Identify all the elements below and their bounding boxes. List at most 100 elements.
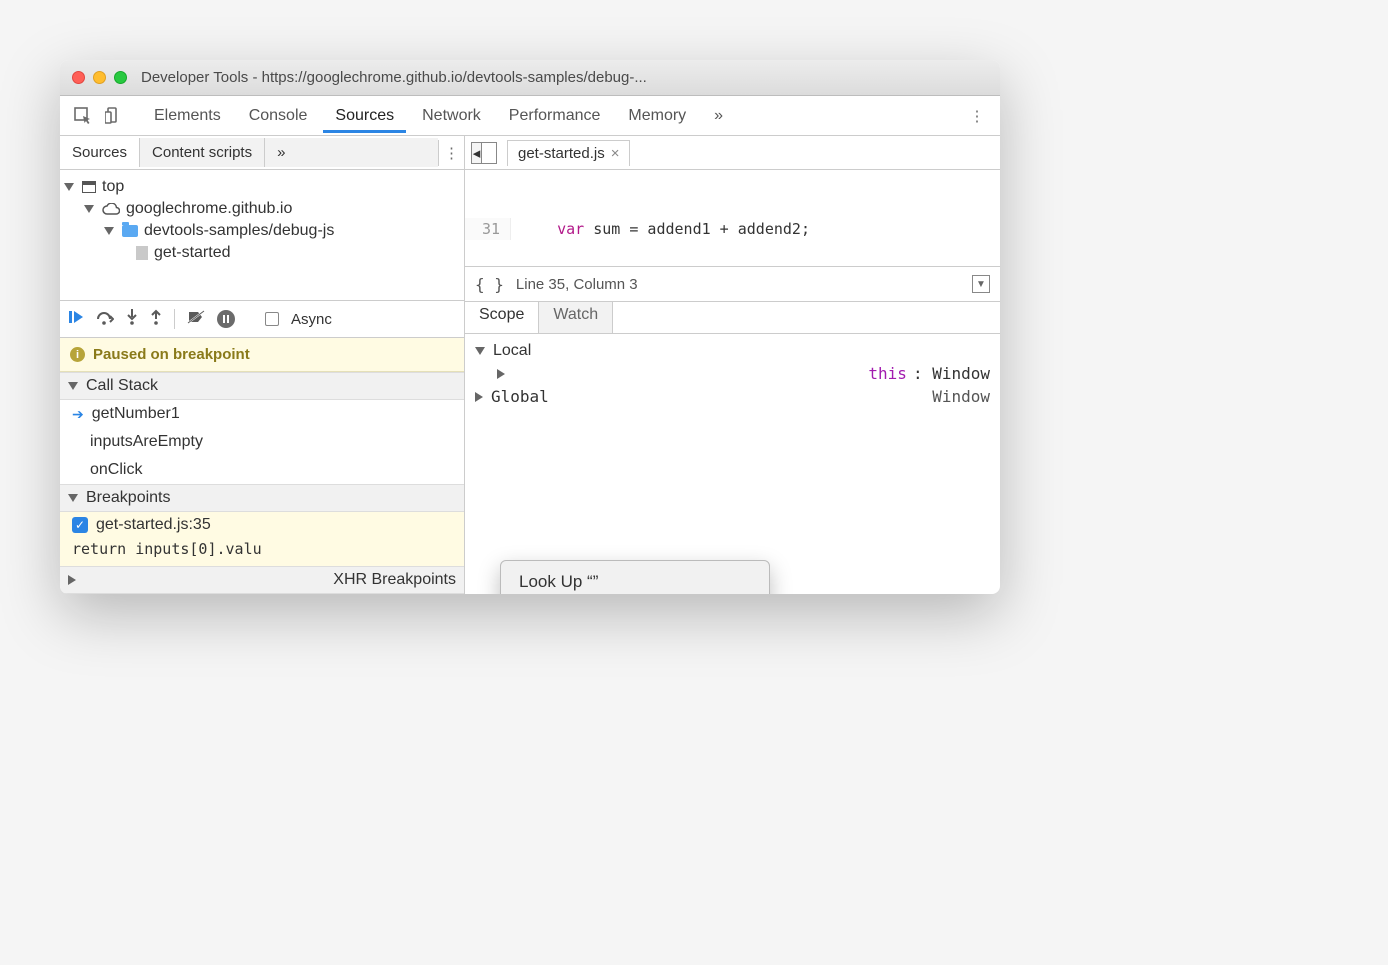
scope-this[interactable]: this : Window (475, 362, 990, 385)
tree-folder-label: devtools-samples/debug-js (144, 222, 334, 240)
more-menu-icon[interactable]: ⋮ (964, 103, 990, 129)
editor-file-tab[interactable]: get-started.js × (507, 140, 630, 166)
step-into-button[interactable] (126, 309, 138, 330)
deactivate-breakpoints-button[interactable] (187, 309, 205, 330)
step-out-button[interactable] (150, 309, 162, 330)
tree-top[interactable]: top (64, 176, 460, 198)
devtools-window: Developer Tools - https://googlechrome.g… (60, 60, 1000, 594)
tab-network[interactable]: Network (410, 99, 493, 133)
file-icon (136, 246, 148, 260)
expand-icon (68, 494, 78, 502)
tab-performance[interactable]: Performance (497, 99, 613, 133)
subtab-sources[interactable]: Sources (60, 138, 140, 167)
scope-local[interactable]: Local (475, 340, 990, 362)
code-editor[interactable]: 31 var sum = addend1 + addend2; 32 label… (465, 170, 1000, 266)
window-title: Developer Tools - https://googlechrome.g… (141, 69, 988, 86)
menu-lookup[interactable]: Look Up “” (501, 566, 769, 594)
tab-memory[interactable]: Memory (616, 99, 698, 133)
xhr-breakpoints-header[interactable]: XHR Breakpoints (60, 566, 464, 594)
context-menu: Look Up “” Restart Frame Copy Stack Trac… (500, 560, 770, 594)
tree-domain[interactable]: googlechrome.github.io (64, 198, 460, 220)
cloud-icon (102, 203, 120, 215)
toggle-navigator-icon[interactable]: ◂ (471, 142, 497, 164)
scope-this-value: : Window (913, 364, 990, 383)
debugger-toolbar: Async (60, 300, 464, 338)
xhr-breakpoints-label: XHR Breakpoints (333, 571, 456, 589)
tab-scope[interactable]: Scope (465, 302, 539, 333)
editor-tabs: ◂ get-started.js × (465, 136, 1000, 170)
resume-button[interactable] (68, 309, 84, 330)
tree-domain-label: googlechrome.github.io (126, 200, 292, 218)
cursor-position: Line 35, Column 3 (516, 276, 638, 293)
inspect-element-icon[interactable] (70, 103, 96, 129)
pretty-print-icon[interactable]: { } (475, 275, 504, 294)
tab-console[interactable]: Console (237, 99, 320, 133)
sources-more-icon[interactable]: ⋮ (438, 140, 464, 166)
paused-text: Paused on breakpoint (93, 346, 250, 363)
main-tabs: Elements Console Sources Network Perform… (60, 96, 1000, 136)
scope-local-label: Local (493, 342, 531, 360)
expand-icon (84, 205, 94, 213)
stack-frame-label: inputsAreEmpty (90, 433, 203, 451)
stack-frame[interactable]: inputsAreEmpty (60, 428, 464, 456)
breakpoint-label: get-started.js:35 (96, 516, 211, 534)
toggle-device-icon[interactable] (100, 103, 126, 129)
expand-icon (104, 227, 114, 235)
step-over-button[interactable] (96, 309, 114, 330)
current-frame-arrow-icon: ➔ (72, 406, 84, 423)
call-stack-header[interactable]: Call Stack (60, 372, 464, 400)
tab-sources[interactable]: Sources (323, 99, 406, 133)
breakpoints-label: Breakpoints (86, 489, 171, 507)
close-tab-icon[interactable]: × (611, 145, 620, 162)
breakpoints-header[interactable]: Breakpoints (60, 484, 464, 512)
scope-this-label: this (868, 364, 907, 383)
editor-statusbar: { } Line 35, Column 3 ▼ (465, 266, 1000, 302)
tree-file[interactable]: get-started (64, 242, 460, 264)
titlebar: Developer Tools - https://googlechrome.g… (60, 60, 1000, 96)
tab-watch[interactable]: Watch (539, 302, 613, 333)
stack-frame[interactable]: onClick (60, 456, 464, 484)
window-icon (82, 181, 96, 193)
pause-on-exceptions-button[interactable] (217, 310, 235, 328)
maximize-window-button[interactable] (114, 71, 127, 84)
subtab-content-scripts[interactable]: Content scripts (140, 138, 265, 167)
tree-file-label: get-started (154, 244, 230, 262)
folder-icon (122, 225, 138, 237)
tree-folder[interactable]: devtools-samples/debug-js (64, 220, 460, 242)
call-stack-label: Call Stack (86, 377, 158, 395)
editor-file-tab-label: get-started.js (518, 145, 605, 162)
stack-frame-current[interactable]: ➔ getNumber1 (60, 400, 464, 428)
sources-subtabs: Sources Content scripts » ⋮ (60, 136, 464, 170)
expand-icon (497, 369, 860, 379)
async-label: Async (291, 311, 332, 328)
expand-icon (64, 183, 74, 191)
paused-banner: i Paused on breakpoint (60, 338, 464, 372)
breakpoint-checkbox[interactable]: ✓ (72, 517, 88, 533)
scope-tabs: Scope Watch (465, 302, 1000, 334)
scope-global-label: Global (491, 387, 549, 406)
file-tree: top googlechrome.github.io devtools-samp… (60, 170, 464, 300)
line-number[interactable]: 31 (465, 218, 511, 240)
scope-tree: Local this : Window Global Window (465, 334, 1000, 414)
async-checkbox[interactable] (265, 312, 279, 326)
info-icon: i (70, 347, 85, 362)
scope-global[interactable]: Global Window (475, 385, 990, 408)
tree-top-label: top (102, 178, 124, 196)
breakpoint-item[interactable]: ✓ get-started.js:35 (60, 512, 464, 538)
expand-icon (475, 347, 485, 355)
expand-icon (68, 382, 78, 390)
code-text: sum = addend1 + addend2; (584, 220, 810, 238)
expand-icon (68, 575, 325, 585)
tabs-overflow-button[interactable]: » (702, 99, 735, 133)
tab-elements[interactable]: Elements (142, 99, 233, 133)
scope-global-value: Window (932, 387, 990, 406)
breakpoint-codeline: return inputs[0].valu (60, 538, 464, 566)
expand-icon (475, 392, 483, 402)
window-traffic-lights (72, 71, 127, 84)
stack-frame-label: onClick (90, 461, 142, 479)
close-window-button[interactable] (72, 71, 85, 84)
stack-frame-label: getNumber1 (92, 405, 180, 423)
editor-dropdown-icon[interactable]: ▼ (972, 275, 990, 293)
minimize-window-button[interactable] (93, 71, 106, 84)
subtabs-overflow-button[interactable]: » (265, 138, 438, 167)
